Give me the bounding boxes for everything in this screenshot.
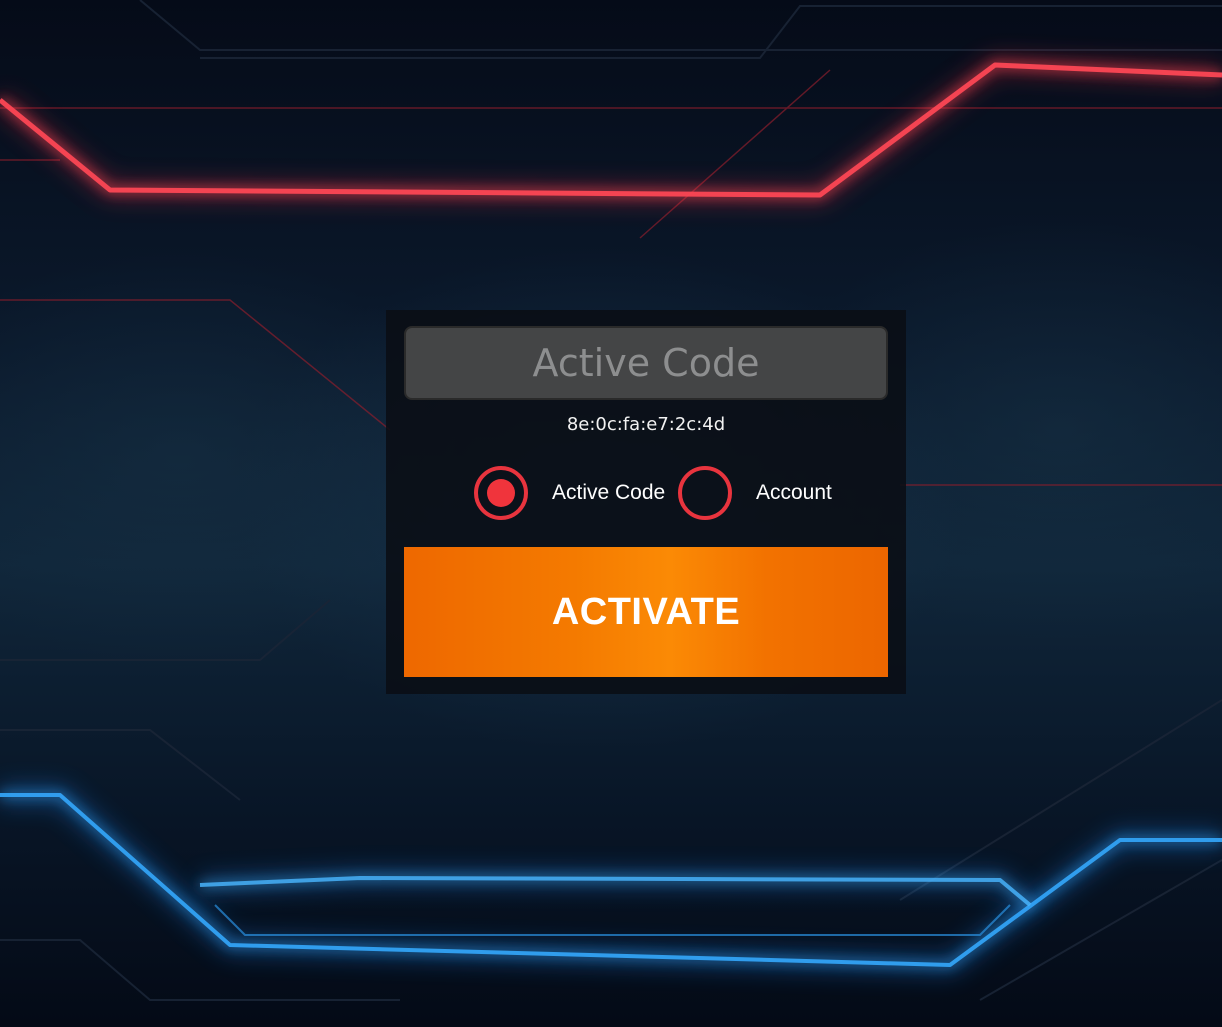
activate-button[interactable]: ACTIVATE <box>404 547 888 677</box>
radio-option-active-code[interactable]: Active Code <box>474 466 665 520</box>
mac-address-text: 8e:0c:fa:e7:2c:4d <box>566 414 726 435</box>
radio-selected-icon[interactable] <box>474 466 528 520</box>
radio-unselected-icon[interactable] <box>678 466 732 520</box>
radio-selected-dot <box>487 479 515 507</box>
active-code-input[interactable] <box>404 326 888 400</box>
activation-screen: 8e:0c:fa:e7:2c:4d Active Code Account AC… <box>0 0 1222 1027</box>
radio-label-active-code: Active Code <box>552 481 666 504</box>
radio-option-account[interactable]: Account <box>678 466 832 520</box>
activation-panel: 8e:0c:fa:e7:2c:4d Active Code Account AC… <box>386 310 906 694</box>
radio-label-account: Account <box>756 481 832 504</box>
